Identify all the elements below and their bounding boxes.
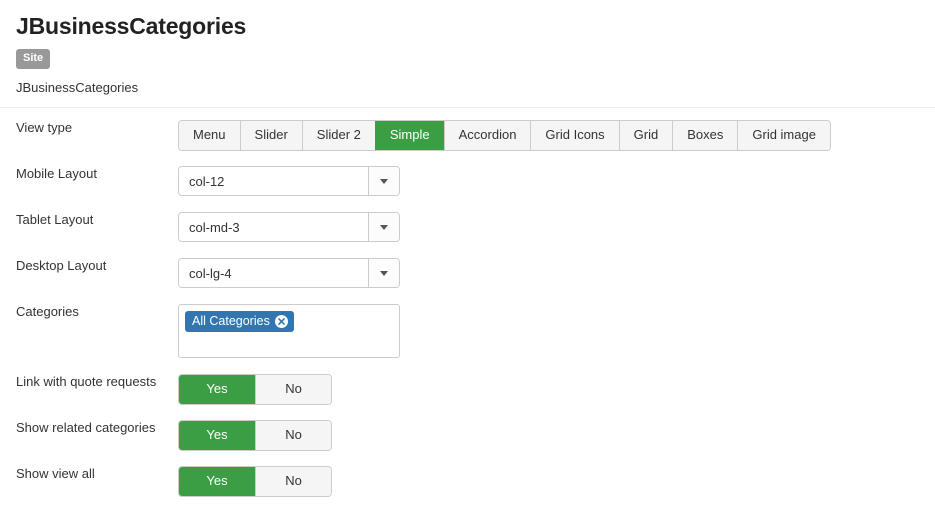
desktop-layout-value: col-lg-4: [179, 259, 368, 288]
view-type-option-grid-image[interactable]: Grid image: [737, 121, 830, 151]
link-quote-requests-toggle[interactable]: Yes No: [178, 374, 332, 406]
label-show-related-categories: Show related categories: [16, 420, 156, 436]
label-mobile-layout: Mobile Layout: [16, 166, 97, 182]
show-view-all-yes[interactable]: Yes: [179, 467, 255, 497]
form-row-show-related-categories: Show related categories Yes No: [0, 420, 935, 466]
close-circle-icon[interactable]: [274, 314, 288, 328]
label-tablet-layout: Tablet Layout: [16, 212, 94, 228]
category-chip-label: All Categories: [192, 314, 270, 329]
show-view-all-no[interactable]: No: [255, 467, 331, 497]
form-row-categories: Categories All Categories: [0, 304, 935, 374]
chevron-down-icon[interactable]: [368, 167, 399, 196]
form-row-mobile-layout: Mobile Layout col-12: [0, 166, 935, 212]
view-type-option-menu[interactable]: Menu: [179, 121, 240, 151]
mobile-layout-value: col-12: [179, 167, 368, 196]
chevron-down-icon[interactable]: [368, 259, 399, 288]
form-row-show-view-all: Show view all Yes No: [0, 466, 935, 512]
view-type-option-grid-icons[interactable]: Grid Icons: [530, 121, 619, 151]
desktop-layout-select[interactable]: col-lg-4: [178, 258, 400, 289]
page-title: JBusinessCategories: [16, 13, 247, 39]
category-chip[interactable]: All Categories: [185, 311, 294, 333]
show-view-all-toggle[interactable]: Yes No: [178, 466, 332, 498]
tablet-layout-select[interactable]: col-md-3: [178, 212, 400, 243]
form-row-desktop-layout: Desktop Layout col-lg-4: [0, 258, 935, 304]
view-type-option-accordion[interactable]: Accordion: [443, 121, 531, 151]
tablet-layout-value: col-md-3: [179, 213, 368, 242]
label-categories: Categories: [16, 304, 79, 320]
show-related-categories-control: Yes No: [178, 420, 935, 452]
settings-form: View type Menu Slider Slider 2 Simple Ac…: [0, 108, 935, 512]
mobile-layout-control: col-12: [178, 166, 935, 197]
page-header: JBusinessCategories Site JBusinessCatego…: [0, 0, 935, 95]
form-row-tablet-layout: Tablet Layout col-md-3: [0, 212, 935, 258]
link-quote-requests-control: Yes No: [178, 374, 935, 406]
show-related-categories-no[interactable]: No: [255, 421, 331, 451]
label-view-type: View type: [16, 120, 73, 136]
status-badge: Site: [16, 49, 51, 70]
view-type-option-boxes[interactable]: Boxes: [672, 121, 738, 151]
view-type-button-group[interactable]: Menu Slider Slider 2 Simple Accordion Gr…: [178, 120, 831, 152]
label-desktop-layout: Desktop Layout: [16, 258, 107, 274]
show-related-categories-yes[interactable]: Yes: [179, 421, 255, 451]
form-row-link-quote-requests: Link with quote requests Yes No: [0, 374, 935, 420]
view-type-option-slider[interactable]: Slider: [239, 121, 302, 151]
breadcrumb: JBusinessCategories: [16, 80, 139, 96]
chevron-down-icon[interactable]: [368, 213, 399, 242]
categories-control: All Categories: [178, 304, 935, 359]
link-quote-requests-yes[interactable]: Yes: [179, 375, 255, 405]
view-type-control: Menu Slider Slider 2 Simple Accordion Gr…: [178, 120, 935, 152]
tablet-layout-control: col-md-3: [178, 212, 935, 243]
form-row-view-type: View type Menu Slider Slider 2 Simple Ac…: [0, 120, 935, 166]
view-type-option-simple[interactable]: Simple: [374, 121, 444, 151]
categories-input[interactable]: All Categories: [178, 304, 400, 359]
link-quote-requests-no[interactable]: No: [255, 375, 331, 405]
view-type-option-slider-2[interactable]: Slider 2: [301, 121, 375, 151]
label-show-view-all: Show view all: [16, 466, 95, 482]
mobile-layout-select[interactable]: col-12: [178, 166, 400, 197]
desktop-layout-control: col-lg-4: [178, 258, 935, 289]
show-related-categories-toggle[interactable]: Yes No: [178, 420, 332, 452]
view-type-option-grid[interactable]: Grid: [618, 121, 673, 151]
label-link-quote-requests: Link with quote requests: [16, 374, 157, 390]
show-view-all-control: Yes No: [178, 466, 935, 498]
